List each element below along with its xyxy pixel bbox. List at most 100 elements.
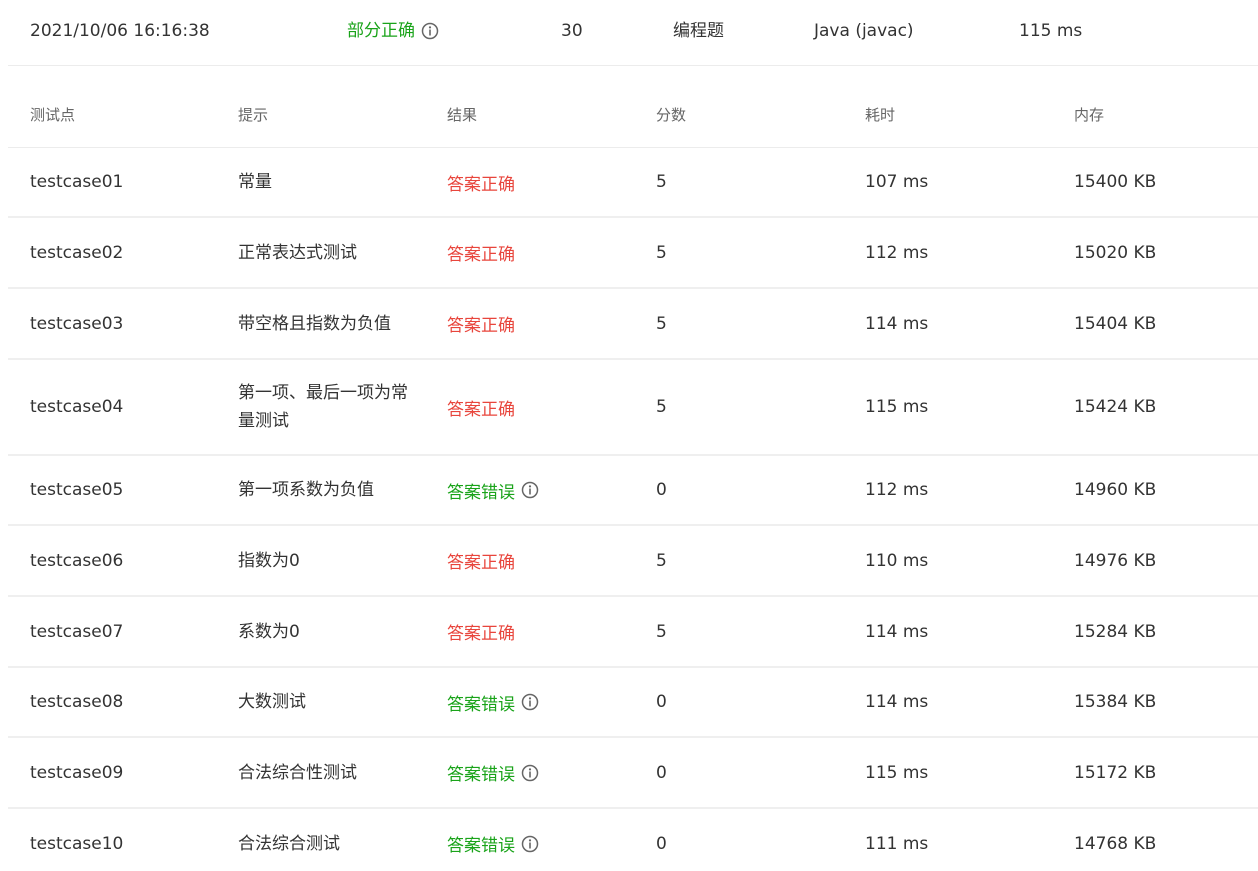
testcase-hint: 第一项系数为负值 <box>238 480 374 500</box>
testcase-result-correct: 答案正确 <box>447 316 515 336</box>
info-circle-icon[interactable] <box>521 835 539 853</box>
testcase-result-wrong: 答案错误 <box>447 668 539 736</box>
submission-time-cost: 115 ms <box>1019 21 1083 41</box>
submission-status: 部分正确 <box>347 0 439 62</box>
testcase-memory: 15284 KB <box>1074 621 1157 642</box>
table-row: testcase05 第一项系数为负值 答案错误 0 112 ms 14960 KB <box>8 456 1258 526</box>
testcase-hint: 系数为0 <box>238 621 300 642</box>
testcase-result-correct: 答案正确 <box>447 553 515 573</box>
testcase-score: 5 <box>656 172 667 192</box>
testcase-table: 测试点 提示 结果 分数 耗时 内存 testcase01 常量 答案正确 5 107 … <box>8 66 1258 871</box>
table-row: testcase02 正常表达式测试 答案正确 5 112 ms 15020 KB <box>8 218 1258 289</box>
testcase-hint: 合法综合测试 <box>238 833 340 854</box>
testcase-time: 114 ms <box>865 621 929 642</box>
header-result: 结果 <box>447 106 478 124</box>
header-time: 耗时 <box>865 106 896 124</box>
table-row: testcase04 第一项、最后一项为常量测试 答案正确 5 115 ms 15424 … <box>8 360 1258 456</box>
testcase-result-wrong: 答案错误 <box>447 456 539 524</box>
testcase-hint: 大数测试 <box>238 692 306 712</box>
testcase-score: 0 <box>656 762 667 783</box>
testcase-hint: 第一项、最后一项为常量测试 <box>238 383 408 431</box>
testcase-score: 5 <box>656 397 667 417</box>
testcase-result-label: 答案错误 <box>447 765 515 785</box>
testcase-time: 114 ms <box>865 313 929 334</box>
testcase-memory: 15404 KB <box>1074 313 1157 334</box>
testcase-hint-cell: 大数测试 <box>238 668 418 736</box>
testcase-memory: 14960 KB <box>1074 480 1157 500</box>
testcase-memory: 14976 KB <box>1074 550 1157 571</box>
testcase-memory: 15172 KB <box>1074 762 1157 783</box>
testcase-time: 112 ms <box>865 480 929 500</box>
testcase-result-correct: 答案正确 <box>447 624 515 644</box>
testcase-hint-cell: 第一项、最后一项为常量测试 <box>238 360 418 454</box>
testcase-hint-cell: 指数为0 <box>238 526 418 595</box>
submission-language: Java (javac) <box>814 21 914 41</box>
submission-summary-row: 2021/10/06 16:16:38 部分正确 30 编程题 Java (ja… <box>8 0 1258 66</box>
info-circle-icon[interactable] <box>421 22 439 40</box>
testcase-time: 111 ms <box>865 833 929 854</box>
testcase-id: testcase07 <box>30 621 124 642</box>
testcase-score: 0 <box>656 833 667 854</box>
testcase-id: testcase08 <box>30 692 124 712</box>
testcase-id: testcase05 <box>30 480 124 500</box>
testcase-score: 5 <box>656 621 667 642</box>
testcase-hint-cell: 合法综合性测试 <box>238 738 418 807</box>
testcase-memory: 15424 KB <box>1074 397 1157 417</box>
testcase-result-correct: 答案正确 <box>447 245 515 265</box>
table-row: testcase03 带空格且指数为负值 答案正确 5 114 ms 15404 KB <box>8 289 1258 360</box>
testcase-hint-cell: 第一项系数为负值 <box>238 456 418 524</box>
testcase-time: 115 ms <box>865 762 929 783</box>
testcase-hint: 正常表达式测试 <box>238 242 357 263</box>
testcase-hint: 指数为0 <box>238 550 300 571</box>
submission-time: 2021/10/06 16:16:38 <box>30 21 210 41</box>
testcase-id: testcase06 <box>30 550 124 571</box>
testcase-hint-cell: 正常表达式测试 <box>238 218 418 287</box>
table-row: testcase10 合法综合测试 答案错误 0 111 ms 14768 KB <box>8 809 1258 871</box>
submission-result-panel: 2021/10/06 16:16:38 部分正确 30 编程题 Java (ja… <box>0 0 1258 871</box>
submission-score: 30 <box>561 21 583 41</box>
table-row: testcase06 指数为0 答案正确 5 110 ms 14976 KB <box>8 526 1258 597</box>
testcase-score: 0 <box>656 692 667 712</box>
testcase-memory: 14768 KB <box>1074 833 1157 854</box>
testcase-id: testcase01 <box>30 172 124 192</box>
testcase-table-header: 测试点 提示 结果 分数 耗时 内存 <box>8 66 1258 148</box>
header-hint: 提示 <box>238 106 269 124</box>
info-circle-icon[interactable] <box>521 481 539 499</box>
table-row: testcase08 大数测试 答案错误 0 114 ms 15384 KB <box>8 668 1258 738</box>
testcase-hint-cell: 带空格且指数为负值 <box>238 289 418 358</box>
testcase-hint-cell: 常量 <box>238 148 418 216</box>
testcase-hint-cell: 合法综合测试 <box>238 809 418 871</box>
testcase-id: testcase02 <box>30 242 124 263</box>
testcase-result-correct: 答案正确 <box>447 399 515 420</box>
testcase-hint-cell: 系数为0 <box>238 597 418 666</box>
testcase-id: testcase04 <box>30 397 124 417</box>
testcase-result-wrong: 答案错误 <box>447 809 539 871</box>
testcase-score: 5 <box>656 242 667 263</box>
testcase-time: 115 ms <box>865 397 929 417</box>
testcase-hint: 常量 <box>238 172 272 192</box>
testcase-time: 114 ms <box>865 692 929 712</box>
header-testcase: 测试点 <box>30 106 76 124</box>
table-row: testcase09 合法综合性测试 答案错误 0 115 ms 15172 KB <box>8 738 1258 809</box>
testcase-score: 0 <box>656 480 667 500</box>
testcase-score: 5 <box>656 313 667 334</box>
testcase-id: testcase09 <box>30 762 124 783</box>
testcase-result-correct: 答案正确 <box>447 174 515 195</box>
submission-problem-type: 编程题 <box>673 21 724 41</box>
info-circle-icon[interactable] <box>521 693 539 711</box>
testcase-id: testcase03 <box>30 313 124 334</box>
testcase-result-label: 答案错误 <box>447 836 515 856</box>
testcase-result-wrong: 答案错误 <box>447 738 539 807</box>
table-row: testcase07 系数为0 答案正确 5 114 ms 15284 KB <box>8 597 1258 668</box>
submission-status-label: 部分正确 <box>347 21 415 41</box>
testcase-memory: 15384 KB <box>1074 692 1157 712</box>
info-circle-icon[interactable] <box>521 764 539 782</box>
testcase-result-label: 答案错误 <box>447 694 515 715</box>
testcase-table-body: testcase01 常量 答案正确 5 107 ms 15400 KB testcase0… <box>8 148 1258 871</box>
testcase-memory: 15020 KB <box>1074 242 1157 263</box>
testcase-memory: 15400 KB <box>1074 172 1157 192</box>
testcase-hint: 带空格且指数为负值 <box>238 313 391 334</box>
testcase-time: 110 ms <box>865 550 929 571</box>
testcase-score: 5 <box>656 550 667 571</box>
testcase-id: testcase10 <box>30 833 124 854</box>
